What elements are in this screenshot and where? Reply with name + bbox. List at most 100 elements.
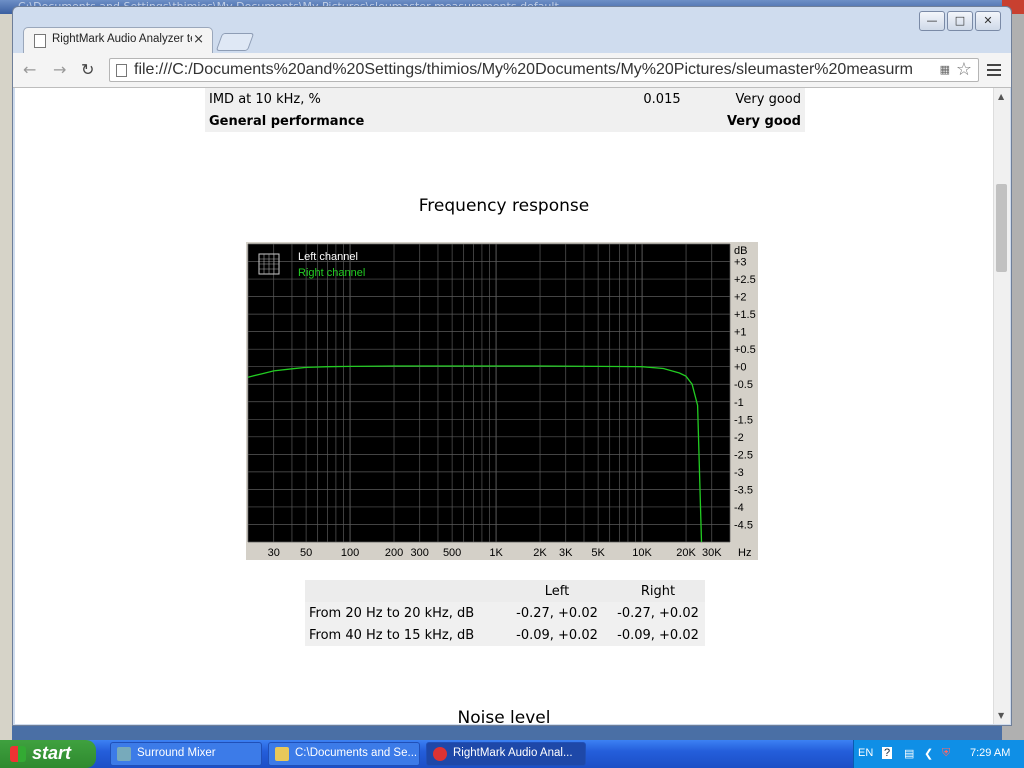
y-tick-label: +2.5 — [734, 274, 756, 286]
x-tick-label: 20K — [676, 547, 696, 559]
legend-entry-left: Left channel — [298, 251, 358, 263]
x-tick-label: 500 — [443, 547, 461, 559]
scroll-down-icon[interactable]: ▼ — [998, 711, 1004, 720]
section-title: Noise level — [457, 708, 551, 724]
security-shield-icon[interactable]: ⛨ — [942, 747, 950, 760]
y-tick-label: -3.5 — [734, 484, 753, 496]
table-header: Right — [611, 580, 705, 602]
url-text[interactable]: file:///C:/Documents%20and%20Settings/th… — [134, 61, 924, 79]
table-header: Left — [503, 580, 611, 602]
page-content: IMD at 10 kHz, % 0.015 Very good General… — [15, 88, 993, 724]
table-cell: -0.09, +0.02 — [611, 624, 705, 646]
tab-rightmark[interactable]: RightMark Audio Analyzer te × — [23, 27, 213, 53]
reload-icon[interactable]: ↻ — [81, 60, 94, 79]
table-row: IMD at 10 kHz, % 0.015 Very good — [205, 88, 805, 110]
taskbar: start Surround Mixer C:\Documents and Se… — [0, 740, 1024, 768]
x-tick-label: 200 — [385, 547, 403, 559]
summary-table: IMD at 10 kHz, % 0.015 Very good General… — [205, 88, 805, 132]
new-tab-button[interactable] — [215, 33, 255, 51]
y-tick-label: -0.5 — [734, 379, 753, 391]
scrollbar-thumb[interactable] — [996, 184, 1007, 272]
start-label: start — [32, 743, 72, 763]
y-tick-label: +2 — [734, 292, 747, 304]
x-tick-label: 50 — [300, 547, 312, 559]
mixer-icon — [117, 747, 131, 761]
x-tick-label: 30 — [268, 547, 280, 559]
table-header — [305, 580, 503, 602]
address-bar[interactable]: file:///C:/Documents%20and%20Settings/th… — [109, 58, 979, 82]
taskbar-item-label: Surround Mixer — [137, 747, 216, 759]
x-tick-label: 1K — [489, 547, 503, 559]
y-tick-label: +1.5 — [734, 309, 756, 321]
taskbar-item-label: C:\Documents and Se... — [295, 747, 418, 759]
bookmark-star-icon[interactable]: ☆ — [956, 59, 972, 80]
table-header-row: Left Right — [305, 580, 705, 602]
section-title: Frequency response — [418, 196, 590, 216]
table-cell: -0.27, +0.02 — [503, 602, 611, 624]
table-cell — [613, 110, 711, 132]
help-icon[interactable]: ? — [882, 747, 893, 759]
clock[interactable]: 7:29 AM — [970, 747, 1010, 759]
taskbar-item-surround-mixer[interactable]: Surround Mixer — [110, 742, 262, 766]
menu-icon[interactable] — [987, 61, 1001, 79]
page-icon — [34, 34, 46, 48]
x-axis-label: Hz — [738, 547, 751, 559]
table-cell: IMD at 10 kHz, % — [205, 88, 613, 110]
system-tray: EN ? ▤ ❮ ⛨ 7:29 AM — [853, 740, 1024, 768]
y-tick-label: +1 — [734, 327, 747, 339]
table-cell: From 40 Hz to 15 kHz, dB — [305, 624, 503, 646]
y-tick-label: -1.5 — [734, 414, 753, 426]
table-cell: General performance — [205, 110, 613, 132]
chart-svg: 30 50 100 200 300 500 1K 2K 3K 5K 10K 20K 30K Hz +3 +2.… — [247, 243, 756, 559]
chrome-icon — [433, 747, 447, 761]
x-tick-label: 10K — [632, 547, 652, 559]
x-tick-label: 2K — [533, 547, 547, 559]
taskbar-item-chrome[interactable]: RightMark Audio Anal... — [426, 742, 586, 766]
y-tick-label: +3 — [734, 257, 747, 269]
frequency-response-chart: 30 50 100 200 300 500 1K 2K 3K 5K 10K 20K 30K Hz +3 +2.… — [246, 242, 758, 560]
back-icon[interactable]: ← — [23, 60, 36, 79]
table-cell: -0.09, +0.02 — [503, 624, 611, 646]
table-cell: Very good — [711, 88, 805, 110]
forward-icon[interactable]: → — [53, 60, 66, 79]
folder-icon — [275, 747, 289, 761]
maximize-button[interactable]: □ — [947, 11, 973, 31]
table-cell: Very good — [711, 110, 805, 132]
x-tick-label: 100 — [341, 547, 359, 559]
x-tick-label: 30K — [702, 547, 722, 559]
table-cell: 0.015 — [613, 88, 711, 110]
language-indicator[interactable]: EN — [858, 747, 873, 759]
y-axis-label: dB — [734, 245, 747, 257]
response-table: Left Right From 20 Hz to 20 kHz, dB -0.2… — [305, 580, 705, 646]
x-tick-label: 300 — [411, 547, 429, 559]
y-tick-label: -4 — [734, 502, 744, 514]
x-tick-label: 5K — [591, 547, 605, 559]
table-row: From 20 Hz to 20 kHz, dB -0.27, +0.02 -0… — [305, 602, 705, 624]
y-tick-label: -2.5 — [734, 449, 753, 461]
y-tick-label: -3 — [734, 467, 744, 479]
vertical-scrollbar[interactable]: ▲ ▼ — [993, 88, 1010, 724]
legend-entry-right: Right channel — [298, 267, 365, 279]
page-icon — [116, 64, 127, 77]
tab-close-icon[interactable]: × — [193, 32, 204, 47]
y-tick-label: -4.5 — [734, 519, 753, 531]
window-caption-buttons: — □ ✕ — [919, 11, 1001, 31]
y-tick-label: -2 — [734, 432, 744, 444]
windows-logo-icon — [10, 746, 26, 762]
x-tick-label: 3K — [559, 547, 573, 559]
scroll-up-icon[interactable]: ▲ — [998, 92, 1004, 101]
taskbar-item-label: RightMark Audio Anal... — [453, 747, 573, 759]
y-tick-label: -1 — [734, 397, 744, 409]
table-cell: From 20 Hz to 20 kHz, dB — [305, 602, 503, 624]
tray-arrow-icon[interactable]: ❮ — [924, 747, 933, 760]
minimize-button[interactable]: — — [919, 11, 945, 31]
translate-icon[interactable]: ▦ — [940, 63, 950, 76]
tab-title: RightMark Audio Analyzer te — [52, 33, 192, 45]
start-button[interactable]: start — [0, 740, 96, 768]
toolbar: ← → ↻ file:///C:/Documents%20and%20Setti… — [13, 53, 1011, 88]
plot-area — [248, 244, 730, 542]
network-icon[interactable]: ▤ — [904, 747, 914, 760]
close-button[interactable]: ✕ — [975, 11, 1001, 31]
taskbar-item-explorer[interactable]: C:\Documents and Se... — [268, 742, 420, 766]
table-cell: -0.27, +0.02 — [611, 602, 705, 624]
